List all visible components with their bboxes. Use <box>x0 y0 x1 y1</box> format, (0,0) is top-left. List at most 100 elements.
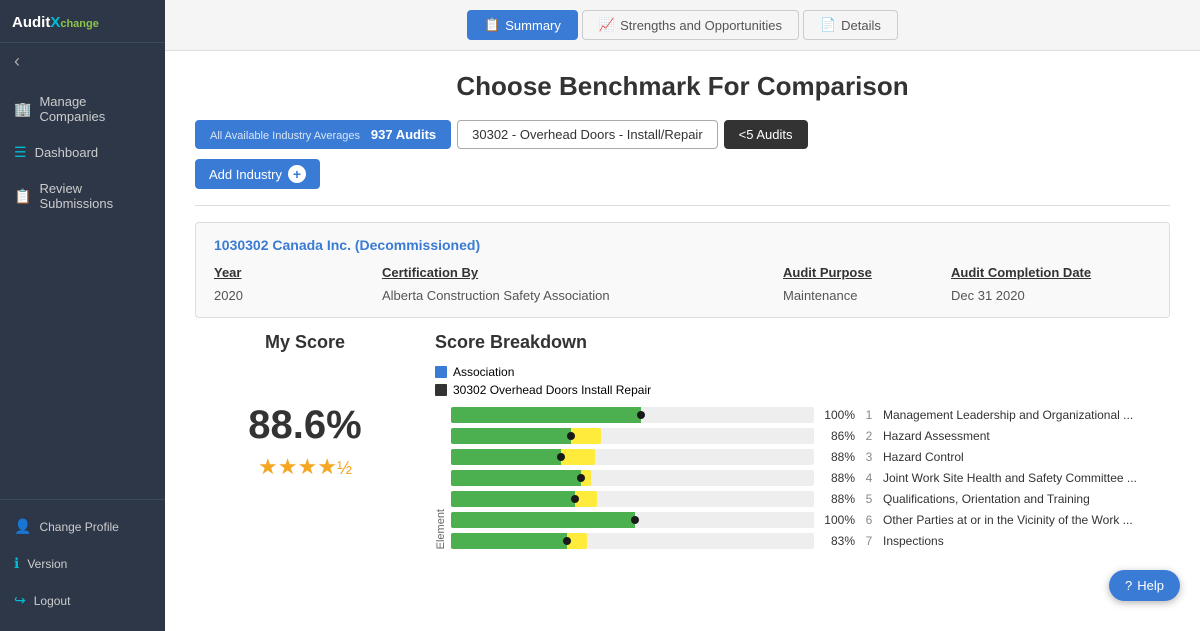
bar-green <box>451 491 575 507</box>
sidebar-nav: 🏢 Manage Companies ☰ Dashboard 📋 Review … <box>0 80 165 499</box>
bar-right-info: 88% 4 Joint Work Site Health and Safety … <box>820 471 1170 485</box>
tab-summary[interactable]: 📋 Summary <box>467 10 578 40</box>
bar-label: Management Leadership and Organizational… <box>883 408 1170 422</box>
audit-details: Year Certification By Audit Purpose Audi… <box>214 265 1151 303</box>
score-section: My Score 88.6% ★★★★½ Score Breakdown Ass… <box>195 332 1170 549</box>
divider <box>195 205 1170 206</box>
marker-dot <box>567 432 575 440</box>
bar-track <box>451 533 814 549</box>
bar-green <box>451 428 571 444</box>
my-score-title: My Score <box>195 332 415 353</box>
sidebar-item-label: Change Profile <box>39 520 118 534</box>
info-icon: ℹ <box>14 555 19 572</box>
my-score-panel: My Score 88.6% ★★★★½ <box>195 332 415 549</box>
completion-header: Audit Completion Date <box>951 265 1151 280</box>
bar-right-info: 100% 1 Management Leadership and Organiz… <box>820 408 1170 422</box>
year-header: Year <box>214 265 374 280</box>
bar-right-info: 83% 7 Inspections <box>820 534 1170 548</box>
legend-box-association <box>435 366 447 378</box>
bar-green <box>451 407 641 423</box>
bar-right-info: 88% 5 Qualifications, Orientation and Tr… <box>820 492 1170 506</box>
bar-num: 3 <box>861 450 877 464</box>
stars: ★★★★½ <box>195 454 415 480</box>
bar-pct: 88% <box>820 450 855 464</box>
sidebar: AuditXchange ‹ 🏢 Manage Companies ☰ Dash… <box>0 0 165 631</box>
marker-dot <box>631 516 639 524</box>
benchmark-row: All Available Industry Averages 937 Audi… <box>195 120 1170 149</box>
bar-right-info: 86% 2 Hazard Assessment <box>820 429 1170 443</box>
bar-pct: 100% <box>820 513 855 527</box>
legend-label-overhead: 30302 Overhead Doors Install Repair <box>453 383 651 397</box>
bar-green <box>451 533 567 549</box>
sidebar-item-change-profile[interactable]: 👤 Change Profile <box>0 508 165 545</box>
logo-text: AuditXchange <box>12 14 99 31</box>
cert-header: Certification By <box>382 265 775 280</box>
sidebar-item-label: Version <box>27 557 67 571</box>
legend: Association 30302 Overhead Doors Install… <box>435 365 1170 397</box>
benchmark-overhead-doors[interactable]: 30302 - Overhead Doors - Install/Repair <box>457 120 718 149</box>
sidebar-item-label: Dashboard <box>35 145 99 160</box>
benchmark-less5[interactable]: <5 Audits <box>724 120 808 149</box>
sidebar-item-label: Review Submissions <box>39 181 151 211</box>
bar-green <box>451 449 561 465</box>
bar-green <box>451 512 635 528</box>
purpose-header: Audit Purpose <box>783 265 943 280</box>
sidebar-item-dashboard[interactable]: ☰ Dashboard <box>0 134 165 171</box>
marker-dot <box>571 495 579 503</box>
bar-label: Joint Work Site Health and Safety Commit… <box>883 471 1170 485</box>
bar-row: 83% 7 Inspections <box>451 533 1170 549</box>
purpose-value: Maintenance <box>783 288 943 303</box>
help-icon: ? <box>1125 578 1132 593</box>
bar-rows: 100% 1 Management Leadership and Organiz… <box>451 407 1170 549</box>
benchmark-all-industry[interactable]: All Available Industry Averages 937 Audi… <box>195 120 451 149</box>
plus-icon: + <box>288 165 306 183</box>
score-breakdown-title: Score Breakdown <box>435 332 1170 353</box>
legend-item-overhead: 30302 Overhead Doors Install Repair <box>435 383 1170 397</box>
page-content: Choose Benchmark For Comparison All Avai… <box>165 51 1200 569</box>
bar-num: 4 <box>861 471 877 485</box>
bar-label: Inspections <box>883 534 1170 548</box>
sidebar-bottom: 👤 Change Profile ℹ Version ↪ Logout <box>0 499 165 631</box>
cert-value: Alberta Construction Safety Association <box>382 288 775 303</box>
help-label: Help <box>1137 578 1164 593</box>
bar-pct: 83% <box>820 534 855 548</box>
bar-row: 100% 6 Other Parties at or in the Vicini… <box>451 512 1170 528</box>
bar-track <box>451 407 814 423</box>
year-value: 2020 <box>214 288 374 303</box>
page-title: Choose Benchmark For Comparison <box>195 71 1170 102</box>
logout-icon: ↪ <box>14 592 26 609</box>
bar-pct: 88% <box>820 492 855 506</box>
bar-track <box>451 449 814 465</box>
bar-num: 7 <box>861 534 877 548</box>
legend-label-association: Association <box>453 365 514 379</box>
marker-dot <box>563 537 571 545</box>
completion-value: Dec 31 2020 <box>951 288 1151 303</box>
help-button[interactable]: ? Help <box>1109 570 1180 601</box>
bar-label: Hazard Control <box>883 450 1170 464</box>
bar-pct: 100% <box>820 408 855 422</box>
bar-num: 5 <box>861 492 877 506</box>
sidebar-item-logout[interactable]: ↪ Logout <box>0 582 165 619</box>
bar-right-info: 100% 6 Other Parties at or in the Vicini… <box>820 513 1170 527</box>
back-button[interactable]: ‹ <box>0 43 165 80</box>
audit-card: 1030302 Canada Inc. (Decommissioned) Yea… <box>195 222 1170 318</box>
bar-chart: Element 100% 1 Management Leadership and… <box>435 407 1170 549</box>
bar-right-info: 88% 3 Hazard Control <box>820 450 1170 464</box>
bar-label: Other Parties at or in the Vicinity of t… <box>883 513 1170 527</box>
sidebar-item-version[interactable]: ℹ Version <box>0 545 165 582</box>
bar-row: 88% 3 Hazard Control <box>451 449 1170 465</box>
bar-row: 86% 2 Hazard Assessment <box>451 428 1170 444</box>
legend-box-overhead <box>435 384 447 396</box>
sidebar-item-manage-companies[interactable]: 🏢 Manage Companies <box>0 84 165 134</box>
dashboard-icon: ☰ <box>14 144 27 161</box>
tab-details[interactable]: 📄 Details <box>803 10 898 40</box>
tab-strengths[interactable]: 📈 Strengths and Opportunities <box>582 10 799 40</box>
bar-label: Qualifications, Orientation and Training <box>883 492 1170 506</box>
bar-num: 6 <box>861 513 877 527</box>
add-industry-button[interactable]: Add Industry + <box>195 159 320 189</box>
sidebar-item-review-submissions[interactable]: 📋 Review Submissions <box>0 171 165 221</box>
score-value: 88.6% <box>195 403 415 448</box>
sidebar-logo: AuditXchange <box>0 0 165 43</box>
marker-dot <box>577 474 585 482</box>
marker-dot <box>557 453 565 461</box>
